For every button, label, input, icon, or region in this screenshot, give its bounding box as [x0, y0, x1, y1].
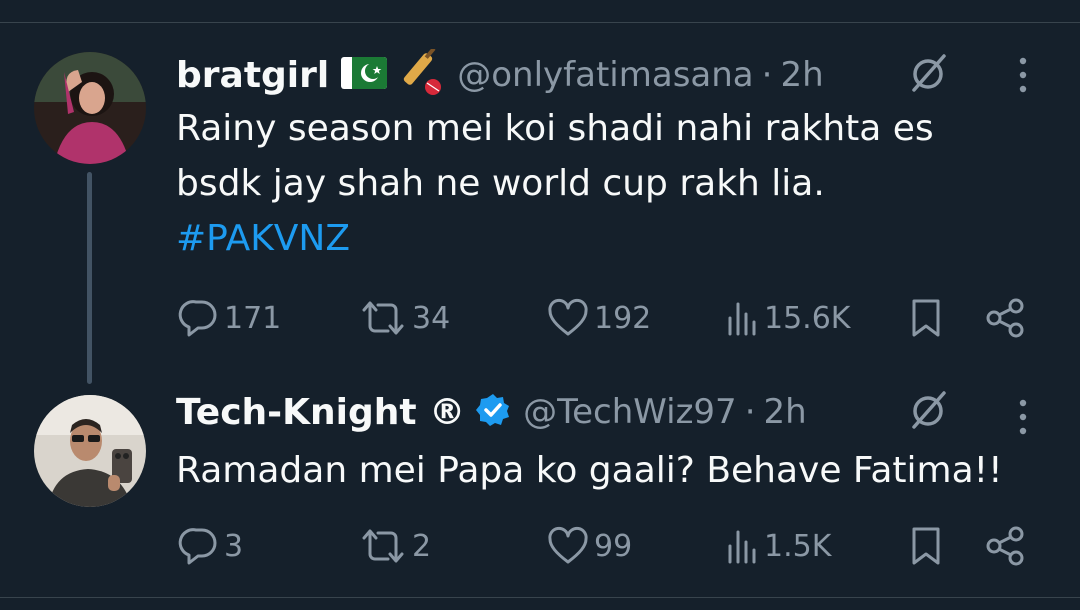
more-icon[interactable]: [1018, 55, 1028, 95]
display-name[interactable]: bratgirl: [176, 55, 329, 96]
like-button[interactable]: 192: [546, 296, 651, 340]
reply-icon: [178, 528, 217, 565]
handle[interactable]: @TechWiz97: [523, 392, 737, 432]
retweet-icon: [362, 529, 404, 563]
like-icon: [548, 526, 588, 564]
retweet-button[interactable]: 34: [358, 296, 450, 340]
timestamp[interactable]: 2h: [764, 392, 807, 432]
like-count: 99: [594, 528, 633, 564]
retweet-icon: [362, 301, 404, 335]
reply-count: 171: [224, 300, 282, 336]
tweet-header: bratgirl @onlyfatimasana · 2h: [176, 47, 824, 101]
top-divider: [0, 22, 1080, 23]
reply-icon: [178, 300, 217, 337]
tweet-text-line-1: Ramadan mei Papa ko gaali? Behave Fatima…: [176, 450, 1003, 491]
share-icon: [986, 526, 1024, 566]
views-button[interactable]: 15.6K: [724, 296, 850, 340]
views-icon: [728, 302, 756, 336]
avatar-bratgirl[interactable]: [34, 52, 146, 164]
hashtag-link[interactable]: #PAKVNZ: [176, 211, 350, 266]
timestamp[interactable]: 2h: [780, 55, 823, 95]
reply-count: 3: [224, 528, 244, 564]
grok-icon[interactable]: [906, 52, 950, 96]
views-count: 1.5K: [764, 528, 832, 564]
avatar-tech-knight[interactable]: [34, 395, 146, 507]
retweet-count: 2: [412, 528, 432, 564]
retweet-button[interactable]: 2: [358, 524, 431, 568]
share-button[interactable]: [984, 296, 1028, 340]
retweet-count: 34: [412, 300, 451, 336]
like-icon: [548, 298, 588, 336]
like-count: 192: [594, 300, 652, 336]
like-button[interactable]: 99: [546, 524, 632, 568]
more-icon[interactable]: [1018, 397, 1028, 437]
views-button[interactable]: 1.5K: [724, 524, 831, 568]
thread-connector-line: [87, 172, 92, 384]
views-count: 15.6K: [764, 300, 851, 336]
views-icon: [728, 530, 756, 564]
separator-dot: ·: [744, 392, 756, 432]
separator-dot: ·: [761, 55, 773, 95]
grok-icon[interactable]: [906, 389, 950, 433]
tweet-text-line-1: Rainy season mei koi shadi nahi rakhta e…: [176, 108, 934, 149]
bookmark-icon: [912, 527, 940, 565]
bookmark-button[interactable]: [908, 524, 944, 568]
bookmark-icon: [912, 299, 940, 337]
reply-button[interactable]: 3: [176, 524, 243, 568]
share-icon: [986, 298, 1024, 338]
bottom-divider: [0, 597, 1080, 598]
tweet-text-line-2: bsdk jay shah ne world cup rakh lia.: [176, 163, 825, 204]
reply-button[interactable]: 171: [176, 296, 281, 340]
handle[interactable]: @onlyfatimasana: [457, 55, 753, 95]
action-bar: 3 2 99 1.5K: [176, 524, 1036, 568]
pakistan-flag-emoji: [341, 57, 388, 93]
share-button[interactable]: [984, 524, 1028, 568]
action-bar: 171 34 192 15.6K: [176, 296, 1036, 340]
cricket-bat-emoji: [399, 47, 445, 101]
display-name[interactable]: Tech-Knight ®: [176, 392, 465, 433]
bookmark-button[interactable]: [908, 296, 944, 340]
tweet-header: Tech-Knight ® @TechWiz97 · 2h: [176, 387, 807, 437]
verified-badge-icon: [475, 392, 511, 432]
